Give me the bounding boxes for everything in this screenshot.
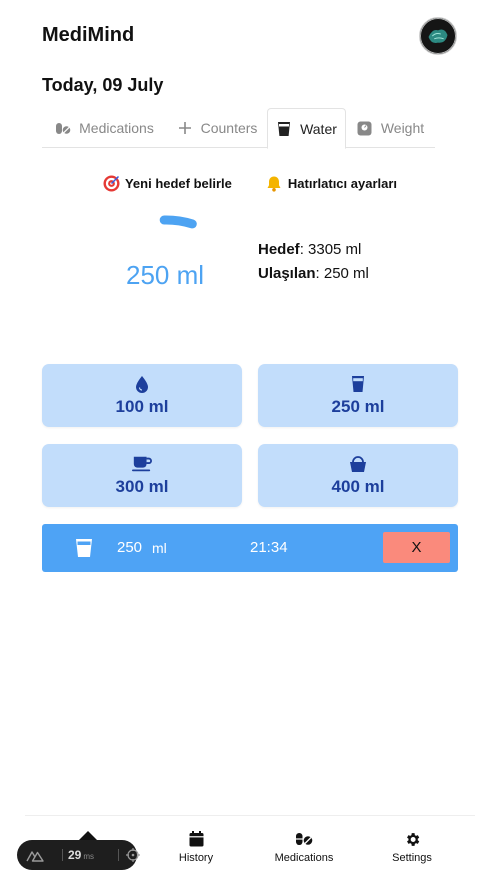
nav-label: Settings bbox=[392, 852, 432, 864]
nav-medications[interactable]: Medications bbox=[270, 830, 338, 864]
perf-divider bbox=[62, 849, 63, 861]
app-title: MediMind bbox=[42, 24, 135, 46]
avatar[interactable] bbox=[419, 17, 457, 55]
nav-label: History bbox=[178, 852, 214, 864]
reached-stat: Ulaşılan: 250 ml bbox=[258, 262, 369, 286]
glass-icon bbox=[348, 374, 368, 394]
add-100ml-button[interactable]: 100 ml bbox=[42, 364, 242, 427]
render-time: 29 ms bbox=[68, 848, 95, 862]
quick-add-label: 300 ml bbox=[115, 477, 169, 496]
tab-label: Water bbox=[300, 120, 337, 137]
droplet-icon bbox=[132, 374, 152, 394]
perf-divider bbox=[118, 849, 119, 861]
add-400ml-button[interactable]: 400 ml bbox=[258, 444, 458, 507]
tab-label: Weight bbox=[380, 120, 425, 136]
bell-icon bbox=[266, 175, 283, 192]
date-heading: Today, 09 July bbox=[42, 75, 164, 95]
pills-icon bbox=[295, 830, 313, 848]
reached-label: Ulaşılan bbox=[258, 265, 316, 282]
water-log-entry: 250 ml 21:34 X bbox=[42, 524, 458, 572]
set-goal-label: Yeni hedef belirle bbox=[124, 176, 232, 191]
tab-bar: Medications Counters Water Weight bbox=[42, 108, 435, 149]
perf-badge[interactable]: 29 ms bbox=[17, 840, 140, 870]
quick-add-label: 100 ml bbox=[115, 397, 169, 416]
set-goal-link[interactable]: Yeni hedef belirle bbox=[103, 175, 232, 192]
reminder-label: Hatırlatıcı ayarları bbox=[287, 176, 398, 191]
water-actions: Yeni hedef belirle Hatırlatıcı ayarları bbox=[0, 175, 500, 192]
current-amount: 250 ml bbox=[126, 260, 205, 290]
add-250ml-button[interactable]: 250 ml bbox=[258, 364, 458, 427]
glass-icon bbox=[276, 121, 292, 137]
delete-entry-button[interactable]: X bbox=[383, 532, 450, 563]
tab-medications[interactable]: Medications bbox=[42, 108, 167, 148]
tab-counters[interactable]: Counters bbox=[167, 108, 267, 148]
tab-label: Counters bbox=[200, 120, 258, 136]
quick-add-label: 250 ml bbox=[331, 397, 385, 416]
nuxt-logo-icon bbox=[26, 851, 44, 862]
log-amount: 250 bbox=[117, 539, 143, 556]
crosshair-icon[interactable] bbox=[126, 848, 140, 862]
quick-add-label: 400 ml bbox=[331, 477, 385, 496]
scale-icon bbox=[357, 120, 373, 136]
goal-stat: Hedef: 3305 ml bbox=[258, 238, 369, 262]
tab-label: Medications bbox=[79, 120, 154, 136]
add-300ml-button[interactable]: 300 ml bbox=[42, 444, 242, 507]
plus-icon bbox=[177, 120, 193, 136]
nav-settings[interactable]: Settings bbox=[386, 830, 438, 864]
progress-arc bbox=[159, 215, 197, 229]
water-stats: Hedef: 3305 ml Ulaşılan: 250 ml bbox=[258, 238, 369, 286]
tab-water[interactable]: Water bbox=[267, 108, 346, 149]
log-unit: ml bbox=[152, 540, 167, 556]
bucket-icon bbox=[348, 454, 368, 474]
mug-icon bbox=[132, 454, 152, 474]
goal-value: : 3305 ml bbox=[299, 241, 362, 258]
reached-value: : 250 ml bbox=[315, 265, 369, 282]
nav-label: Medications bbox=[274, 852, 334, 864]
pills-icon bbox=[55, 120, 71, 136]
gear-icon bbox=[403, 830, 421, 848]
glass-icon bbox=[76, 539, 92, 557]
tab-weight[interactable]: Weight bbox=[346, 108, 435, 148]
target-icon bbox=[103, 175, 120, 192]
reminder-settings-link[interactable]: Hatırlatıcı ayarları bbox=[266, 175, 397, 192]
goal-label: Hedef bbox=[258, 241, 300, 258]
log-time: 21:34 bbox=[250, 539, 288, 556]
bottom-divider bbox=[25, 815, 475, 816]
calendar-icon bbox=[187, 830, 205, 848]
nav-history[interactable]: History bbox=[170, 830, 222, 864]
